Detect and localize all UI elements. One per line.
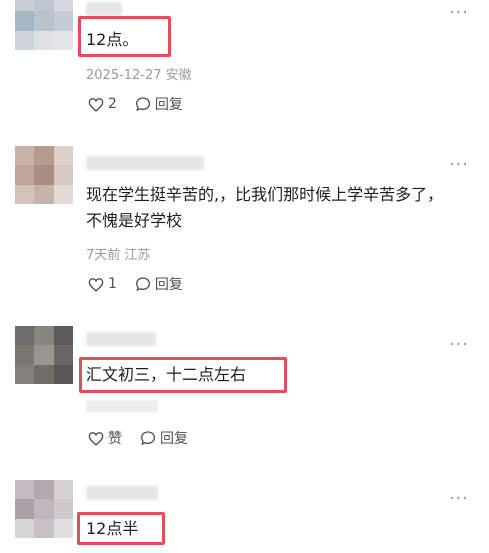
comment-item-2: ··· 现在学生挺辛苦的,，比我们那时候上学辛苦多了，不愧是好学校 7天前 江苏… xyxy=(0,140,489,300)
comment-actions: 2 回复 xyxy=(88,94,201,114)
speech-bubble-icon xyxy=(135,97,150,112)
username-blurred[interactable] xyxy=(86,2,122,16)
highlight-box xyxy=(78,16,171,57)
like-count: 1 xyxy=(108,276,117,292)
username-blurred[interactable] xyxy=(86,332,156,346)
speech-bubble-icon xyxy=(140,431,156,446)
heart-outline-icon xyxy=(88,97,104,112)
like-button[interactable]: 1 xyxy=(88,276,117,292)
avatar[interactable] xyxy=(15,0,73,50)
more-dots-icon[interactable]: ··· xyxy=(449,336,469,354)
comment-item-4: ··· 12点半 xyxy=(0,474,489,553)
like-label: 赞 xyxy=(108,431,122,447)
reply-button[interactable]: 回复 xyxy=(140,428,188,448)
like-count: 2 xyxy=(108,96,117,112)
avatar[interactable] xyxy=(15,146,73,204)
more-dots-icon[interactable]: ··· xyxy=(449,4,469,22)
comment-actions: 赞 回复 xyxy=(88,428,206,448)
username-blurred[interactable] xyxy=(86,156,204,170)
comment-item-3: ··· 汇文初三，十二点左右 赞 回复 xyxy=(0,320,489,460)
highlight-box xyxy=(77,512,165,545)
username-blurred[interactable] xyxy=(86,486,158,500)
heart-outline-icon xyxy=(88,431,104,446)
avatar[interactable] xyxy=(15,326,73,384)
more-dots-icon[interactable]: ··· xyxy=(449,490,469,508)
reply-label: 回复 xyxy=(154,97,183,113)
reply-label: 回复 xyxy=(160,431,188,447)
comment-meta: 7天前 江苏 xyxy=(86,248,151,263)
avatar[interactable] xyxy=(15,480,73,538)
like-button[interactable]: 赞 xyxy=(88,428,122,448)
heart-outline-icon xyxy=(88,277,104,292)
comment-meta: 2025-12-27 安徽 xyxy=(86,68,192,83)
comment-item-1: ··· 12点。 2025-12-27 安徽 2 回复 xyxy=(0,0,489,120)
comment-text: 现在学生挺辛苦的,，比我们那时候上学辛苦多了，不愧是好学校 xyxy=(86,185,444,230)
comment-meta-blurred xyxy=(86,400,158,412)
reply-button[interactable]: 回复 xyxy=(135,94,183,114)
reply-label: 回复 xyxy=(154,277,183,293)
reply-button[interactable]: 回复 xyxy=(135,274,183,294)
more-dots-icon[interactable]: ··· xyxy=(449,156,469,174)
highlight-box xyxy=(79,357,287,393)
comment-actions: 1 回复 xyxy=(88,274,201,294)
speech-bubble-icon xyxy=(135,277,150,292)
like-button[interactable]: 2 xyxy=(88,96,117,112)
